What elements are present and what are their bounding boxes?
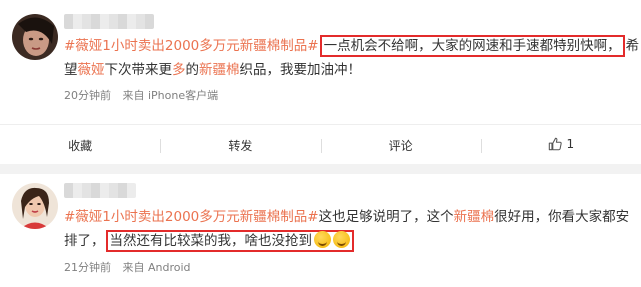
text: 排了， [64,233,105,249]
keyword: 多 [172,62,186,78]
post-meta: 21分钟前 来自 Android [64,259,199,275]
boxed-text: 当然还有比较菜的我，啥也没抢到 [109,233,313,249]
topic-tag-link[interactable]: #薇娅1小时卖出2000多万元新疆棉制品# [64,209,319,225]
post-text: #薇娅1小时卖出2000多万元新疆棉制品# 一点机会不给啊，大家的网速和手速都特别… [64,34,639,82]
mention-link[interactable]: 薇娅 [78,62,105,78]
avatar[interactable] [12,14,58,60]
action-bar: 收藏 转发 评论 1 [0,124,641,165]
laugh-cry-emoji-icon [333,231,350,248]
text: 织品，我要加油冲！ [239,62,362,78]
thumbs-up-icon [548,137,562,150]
avatar[interactable] [12,183,58,229]
laugh-cry-emoji-icon [314,231,331,248]
comment-label: 评论 [388,138,413,153]
feed-separator [0,164,641,174]
keyword-link[interactable]: 新疆棉 [199,62,240,78]
text: 望 [64,62,78,78]
comment-button[interactable]: 评论 [320,137,481,154]
highlight-box: 一点机会不给啊，大家的网速和手速都特别快啊， [319,35,625,57]
timestamp[interactable]: 21分钟前 [64,261,111,274]
timestamp[interactable]: 20分钟前 [64,89,111,102]
keyword-link[interactable]: 新疆棉 [454,209,495,225]
highlight-box: 当然还有比较菜的我，啥也没抢到 [105,230,354,252]
text: 的 [185,62,200,78]
text: 这也足够说明了，这个 [318,209,454,225]
collect-label: 收藏 [68,138,93,153]
forward-button[interactable]: 转发 [160,137,320,154]
text: 下次带来更 [104,62,173,78]
post-meta: 20分钟前 来自 iPhone客户端 [64,87,226,103]
username-blurred[interactable] [64,14,154,29]
text-tail: 希 [625,38,640,54]
topic-tag-link[interactable]: #薇娅1小时卖出2000多万元新疆棉制品# [64,38,319,54]
username-blurred[interactable] [64,183,136,198]
like-button[interactable]: 1 [480,136,641,154]
post-text: #薇娅1小时卖出2000多万元新疆棉制品#这也足够说明了，这个新疆棉很好用，你看… [64,205,629,253]
source: 来自 Android [122,261,191,274]
source: 来自 iPhone客户端 [122,89,219,102]
forward-label: 转发 [228,138,253,153]
text: 很好用，你看大家都安 [494,209,630,225]
like-count: 1 [566,136,575,151]
collect-button[interactable]: 收藏 [0,137,160,154]
